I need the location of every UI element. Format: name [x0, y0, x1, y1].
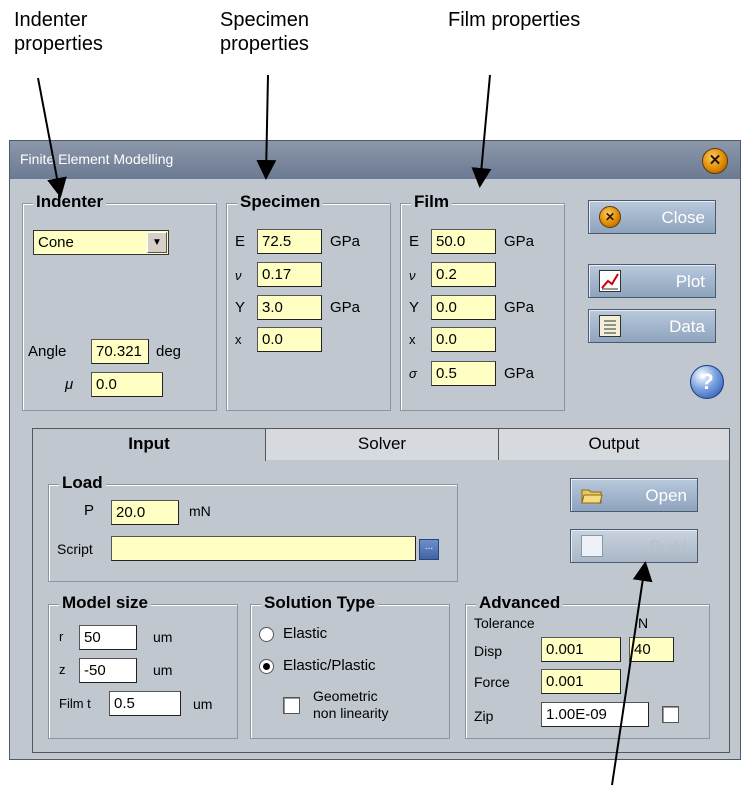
film-arrow: [471, 74, 492, 188]
indenter-arrow: [37, 77, 67, 198]
build-arrow: [611, 561, 653, 786]
annotation-arrows: [37, 74, 653, 786]
specimen-arrow: [256, 74, 277, 180]
